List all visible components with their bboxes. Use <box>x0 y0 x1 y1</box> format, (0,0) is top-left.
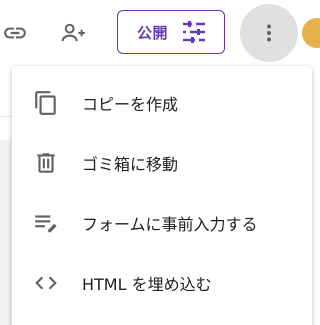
menu-item-make-copy[interactable]: コピーを作成 <box>12 77 308 129</box>
menu-item-label: HTML を埋め込む <box>82 275 212 294</box>
person-add-icon <box>61 23 85 42</box>
more-options-button[interactable] <box>240 4 298 62</box>
publish-label: 公開 <box>137 23 169 42</box>
trash-icon <box>32 149 60 177</box>
background-card-edge <box>0 140 11 325</box>
more-vert-icon <box>267 24 271 42</box>
menu-item-label: コピーを作成 <box>82 95 179 114</box>
publish-button[interactable]: 公開 <box>117 10 225 54</box>
copy-icon <box>32 89 60 117</box>
page: 公開 コピーを作成 ゴミ箱に移動 フォームに事前入力する HTML を埋め込む <box>0 0 320 325</box>
prefill-icon <box>32 209 60 237</box>
menu-item-label: フォームに事前入力する <box>82 215 258 234</box>
avatar[interactable] <box>302 18 320 48</box>
more-options-menu: コピーを作成 ゴミ箱に移動 フォームに事前入力する HTML を埋め込む <box>12 66 312 325</box>
add-collaborator-button[interactable] <box>56 18 92 48</box>
menu-item-move-to-trash[interactable]: ゴミ箱に移動 <box>12 137 308 189</box>
code-icon <box>32 269 60 297</box>
menu-item-label: ゴミ箱に移動 <box>82 155 179 174</box>
link-button[interactable] <box>0 18 30 48</box>
tune-icon <box>183 21 206 43</box>
menu-item-prefill-form[interactable]: フォームに事前入力する <box>12 197 308 249</box>
link-icon <box>4 27 26 39</box>
menu-item-embed-html[interactable]: HTML を埋め込む <box>12 257 308 309</box>
toolbar: 公開 <box>0 0 320 66</box>
